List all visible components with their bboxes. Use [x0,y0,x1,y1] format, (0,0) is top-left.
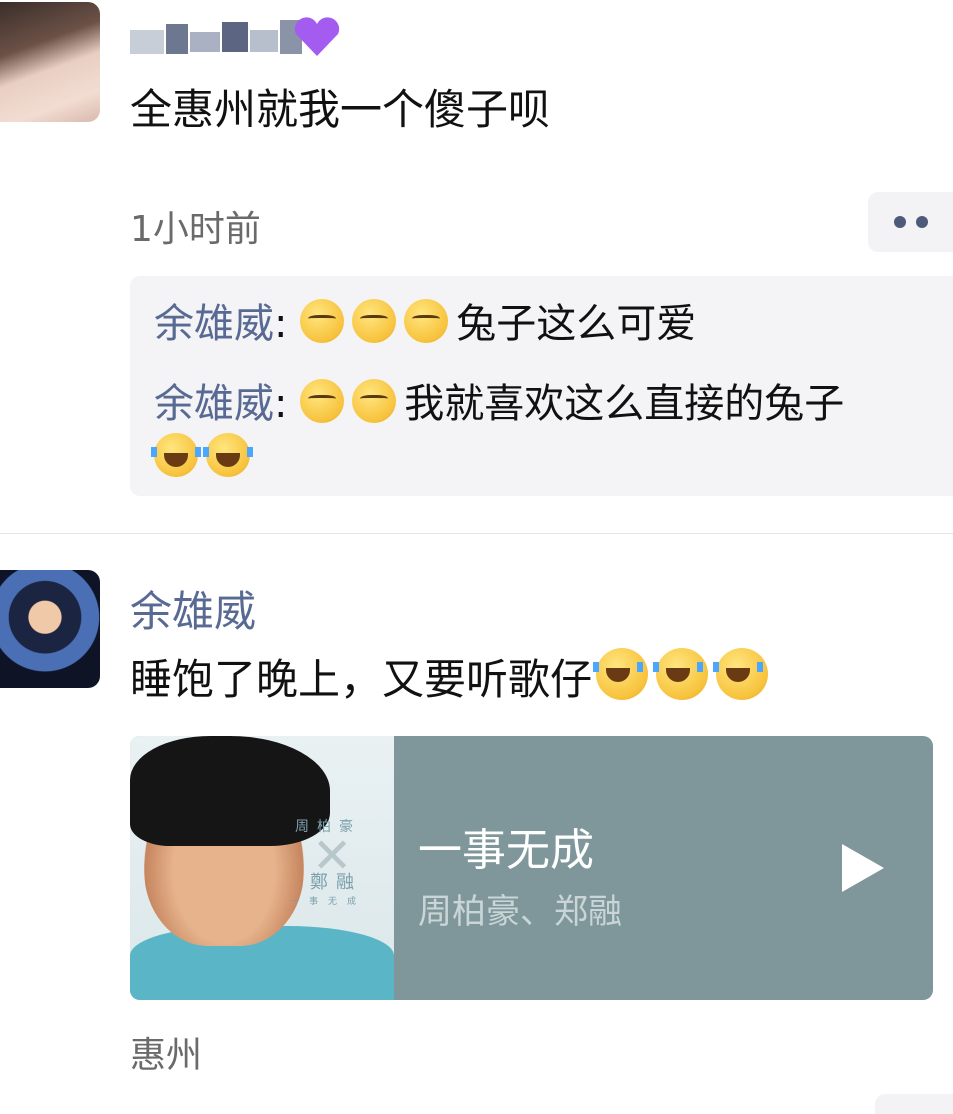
album-artist-label: 鄭融 [310,872,362,893]
comment-item[interactable]: 余雄威: 兔子这么可爱 [154,294,696,354]
laugh-tears-emoji-icon [653,648,709,700]
song-artist: 周柏豪、郑融 [418,892,622,932]
comment-text: 兔子这么可爱 [456,301,697,347]
smirk-emoji-icon [300,379,345,423]
comment-separator: : [274,381,288,427]
post-divider [0,533,953,534]
post-location[interactable]: 惠州 [130,1026,202,1078]
comment-separator: : [274,301,288,347]
comment-emoji-line [151,428,258,488]
commenter-name[interactable]: 余雄威 [154,381,274,427]
comment-text: 我就喜欢这么直接的兔子 [404,381,845,427]
smirk-emoji-icon [300,299,345,343]
laugh-tears-emoji-icon [151,433,201,477]
commenter-name[interactable]: 余雄威 [154,301,274,347]
avatar[interactable] [0,2,100,122]
music-card[interactable]: 周柏豪 ✕ 鄭融 一事无成 一事无成 周柏豪、郑融 [130,736,933,1000]
smirk-emoji-icon [404,299,449,343]
post-time: 1小时前 [130,209,261,250]
comment-list: 余雄威: 兔子这么可爱 余雄威: 我就喜欢这么直接的兔子 [130,276,953,496]
purple-heart-icon [292,16,342,58]
play-icon[interactable] [842,844,884,892]
post-author[interactable]: 余雄威 [130,578,256,639]
smirk-emoji-icon [352,299,397,343]
laugh-tears-emoji-icon [593,648,649,700]
post-text-content: 睡饱了晚上，又要听歌仔 [130,655,593,704]
album-cover: 周柏豪 ✕ 鄭融 一事无成 [130,736,394,1000]
more-button[interactable] [868,192,953,252]
avatar[interactable] [0,570,100,688]
laugh-tears-emoji-icon [203,433,253,477]
post-text: 全惠州就我一个傻子呗 [130,85,551,134]
smirk-emoji-icon [352,379,397,423]
more-button[interactable] [875,1094,953,1114]
comment-item[interactable]: 余雄威: 我就喜欢这么直接的兔子 [154,374,844,434]
song-title: 一事无成 [418,825,594,876]
album-title-label: 一事无成 [290,897,367,907]
laugh-tears-emoji-icon [713,648,769,700]
post-text: 睡饱了晚上，又要听歌仔 [130,648,776,710]
